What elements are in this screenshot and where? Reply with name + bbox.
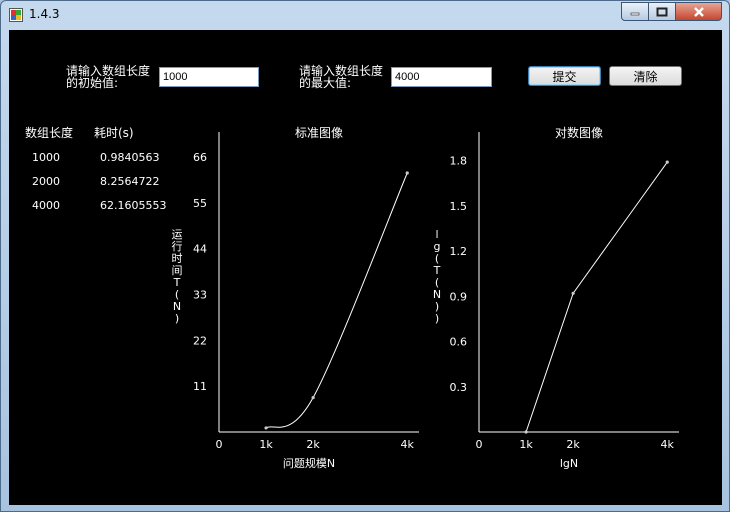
standard-data-point [405,171,409,175]
log-chart: 对数图像 0.3 0.6 0.9 1.2 1.5 1.8 0 1k 2k 4k lgN l g(T(N)) [433,125,679,470]
standard-y-tick-label: 55 [193,197,207,210]
log-y-tick-label: 0.9 [450,290,468,303]
column-header-size: 数组长度 [25,126,74,140]
table-cell-size: 1000 [32,151,60,164]
app-window: 1.4.3 请输入数组长度 的初始值: 请输入数组长度 的最大值: 提交 清除 … [0,0,730,512]
log-x-tick-label: 2k [566,438,580,451]
standard-data-point [264,426,268,430]
table-cell-size: 4000 [32,199,60,212]
column-header-time: 耗时(s) [94,126,134,140]
standard-data-point [311,395,315,400]
log-y-tick-label: 1.2 [450,245,468,258]
window-title: 1.4.3 [29,7,60,21]
start-length-label-line2: 的初始值: [66,76,119,90]
close-icon [693,6,704,17]
log-x-axis-label: lgN [560,457,578,470]
maximize-button[interactable] [648,2,676,21]
start-length-input[interactable] [159,67,259,87]
table-cell-time: 8.2564722 [100,175,160,188]
close-button[interactable] [675,2,722,21]
log-series-line [525,161,668,433]
minimize-button[interactable] [621,2,649,21]
table-cell-time: 0.9840563 [100,151,160,164]
standard-chart-title: 标准图像 [295,126,343,140]
log-data-point [571,291,575,295]
standard-x-tick-label: 4k [401,438,415,451]
log-y-tick-label: 0.6 [450,336,468,349]
standard-y-tick-label: 22 [193,334,207,347]
max-length-label-line2: 的最大值: [299,76,352,90]
table-cell-size: 2000 [32,175,60,188]
max-length-input[interactable] [391,67,492,87]
standard-y-tick-label: 11 [193,380,207,393]
log-y-tick-label: 1.8 [450,155,468,168]
clear-button[interactable]: 清除 [609,66,682,86]
log-y-tick-label: 0.3 [450,381,468,394]
table-cell-time: 62.1605553 [100,199,167,212]
standard-y-tick-label: 66 [193,151,207,164]
main-panel: 请输入数组长度 的初始值: 请输入数组长度 的最大值: 提交 清除 数组长度 耗… [9,30,722,505]
standard-x-tick-label: 1k [259,438,273,451]
minimize-icon [630,12,640,15]
log-y-tick-label: 1.5 [450,200,468,213]
maximize-icon [656,7,668,16]
log-x-tick-label: 4k [661,438,675,451]
standard-y-tick-label: 44 [193,243,207,256]
log-chart-title: 对数图像 [555,125,603,140]
standard-x-tick-label: 0 [216,438,223,451]
log-data-point [524,430,528,434]
submit-button[interactable]: 提交 [528,66,601,86]
standard-series-line [265,172,408,429]
standard-x-axis-label: 问题规模N [283,456,335,470]
log-x-tick-label: 1k [519,438,533,451]
log-y-axis-label: l g(T(N)) [433,228,441,325]
standard-y-axis-label: 运行时间 T(N) [172,228,183,325]
standard-y-tick-label: 33 [193,289,207,302]
standard-x-tick-label: 2k [306,438,320,451]
standard-chart: 标准图像 11 22 33 44 55 66 0 1k 2k 4k 问题规模N 运行时间 T(N) [172,126,419,470]
log-x-tick-label: 0 [476,438,483,451]
log-data-point [665,160,669,164]
title-bar[interactable]: 1.4.3 [1,1,729,29]
app-icon [9,8,23,22]
